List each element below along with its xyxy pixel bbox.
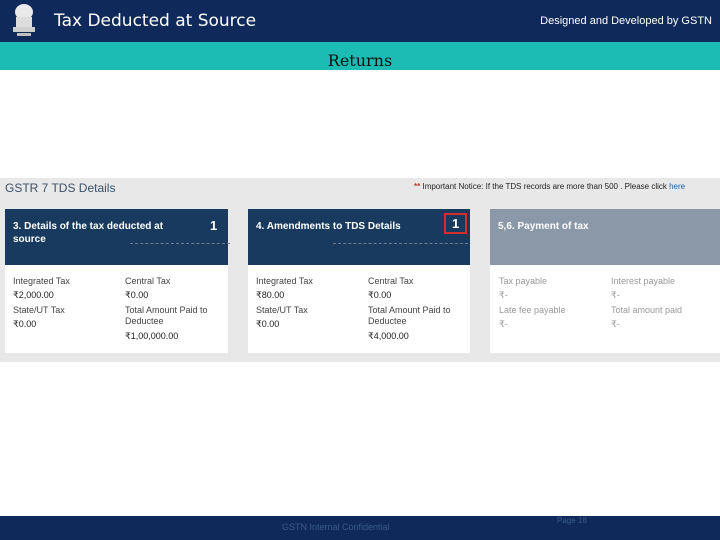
notice-text: Important Notice: If the TDS records are…	[422, 182, 667, 191]
field-label: Central Tax	[125, 276, 171, 286]
tile-tds-details[interactable]: 3. Details of the tax deducted at source…	[5, 209, 228, 353]
app-title: Tax Deducted at Source	[54, 11, 257, 31]
field-label: Integrated Tax	[256, 276, 313, 286]
field-value: ₹4,000.00	[368, 331, 409, 341]
field-value: ₹-	[611, 290, 620, 300]
footer-text: GSTN Internal Confidential	[282, 522, 390, 532]
dashed-divider	[333, 243, 468, 244]
field-label: Late fee payable	[499, 305, 566, 315]
tile-header	[490, 209, 720, 265]
page-number: Page 18	[557, 516, 587, 525]
tile-payment-of-tax: 5,6. Payment of tax Tax payable ₹- Inter…	[490, 209, 720, 353]
field-label: Total amount paid	[611, 305, 683, 315]
tile-amendments[interactable]: 4. Amendments to TDS Details 1 Integrate…	[248, 209, 470, 353]
section-title: Returns	[327, 51, 393, 70]
field-value: ₹0.00	[125, 290, 149, 300]
tile-title: 5,6. Payment of tax	[498, 221, 589, 232]
field-label: Total Amount Paid to Deductee	[125, 305, 208, 326]
field-value: ₹0.00	[368, 290, 392, 300]
field-label: Integrated Tax	[13, 276, 70, 286]
field-label: State/UT Tax	[256, 305, 308, 315]
important-notice: ** Important Notice: If the TDS records …	[414, 182, 720, 191]
field-label: State/UT Tax	[13, 305, 65, 315]
field-value: ₹2,000.00	[13, 290, 54, 300]
tile-header	[248, 209, 470, 265]
field-label: Central Tax	[368, 276, 414, 286]
tile-record-count-highlighted: 1	[444, 213, 468, 234]
national-emblem-icon	[13, 4, 35, 36]
dashed-divider	[130, 243, 230, 244]
notice-here-link[interactable]: here	[669, 182, 685, 191]
notice-star: **	[414, 182, 421, 191]
field-value: ₹0.00	[13, 319, 37, 329]
field-value: ₹-	[499, 319, 508, 329]
tile-record-count: 1	[210, 218, 218, 233]
field-label: Interest payable	[611, 276, 676, 286]
field-value: ₹80.00	[256, 290, 285, 300]
field-value: ₹0.00	[256, 319, 280, 329]
tile-title: 4. Amendments to TDS Details	[256, 221, 401, 232]
field-value: ₹-	[499, 290, 508, 300]
field-label: Tax payable	[499, 276, 548, 286]
panel-title: GSTR 7 TDS Details	[5, 181, 116, 195]
credit-text: Designed and Developed by GSTN	[540, 15, 712, 27]
field-label: Total Amount Paid to Deductee	[368, 305, 451, 326]
field-value: ₹-	[611, 319, 620, 329]
field-value: ₹1,00,000.00	[125, 331, 179, 341]
